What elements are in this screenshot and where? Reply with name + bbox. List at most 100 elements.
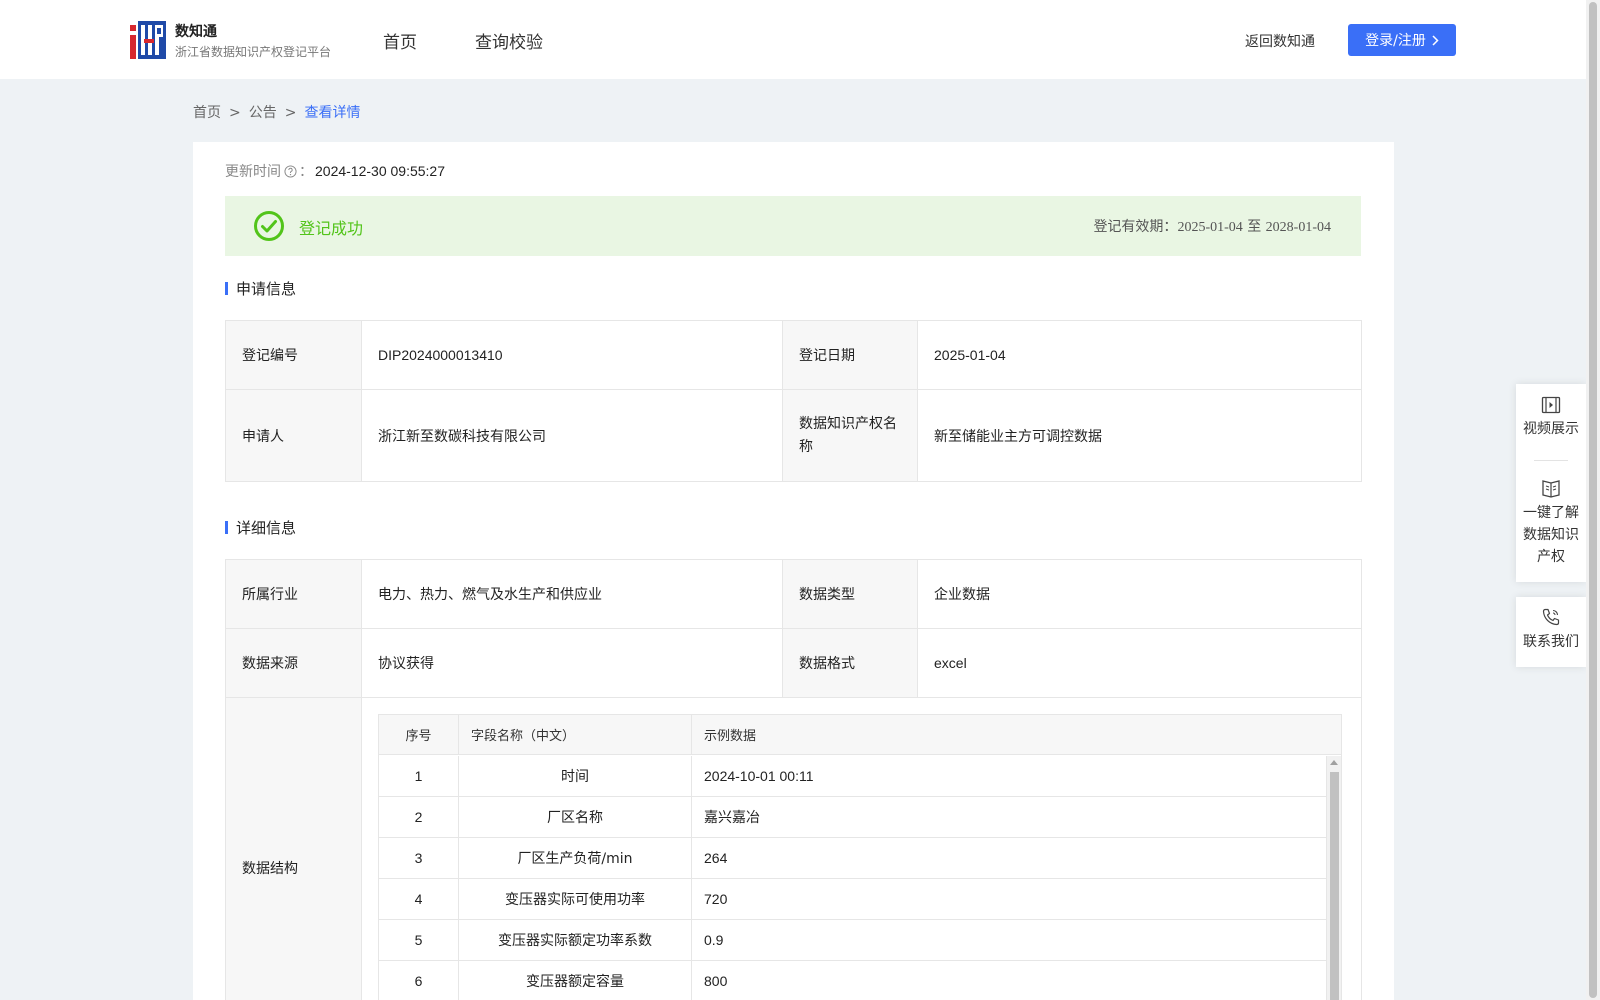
update-time: 更新时间 ： 2024-12-30 09:55:27 [225, 161, 445, 181]
col-field-header: 字段名称（中文） [459, 715, 692, 754]
update-time-label: 更新时间 [225, 164, 281, 180]
row-no: 4 [379, 879, 459, 919]
validity-period: 登记有效期：2025-01-04 至 2028-01-04 [1093, 216, 1331, 236]
validity-to: 至 [1247, 219, 1262, 235]
row-sample: 嘉兴嘉冶 [704, 810, 760, 826]
table-row: 3 厂区生产负荷/min 264 [379, 838, 1326, 879]
scroll-up-arrow-icon[interactable] [1330, 760, 1338, 765]
breadcrumb-home[interactable]: 首页 [193, 105, 221, 121]
table-row: 6 变压器额定容量 800 [379, 961, 1326, 1000]
video-showcase-button[interactable]: 视频展示 [1516, 396, 1586, 440]
top-header: 数知通 浙江省数据知识产权登记平台 首页 查询校验 返回数知通 登录/注册 [0, 0, 1586, 79]
learn-ip-line3: 产权 [1537, 549, 1565, 565]
section-bar [225, 521, 228, 534]
return-link[interactable]: 返回数知通 [1245, 31, 1315, 51]
video-icon [1541, 396, 1561, 414]
video-showcase-label: 视频展示 [1523, 421, 1579, 437]
logo-subtitle: 浙江省数据知识产权登记平台 [175, 45, 332, 59]
side-panel: 视频展示 一键了解 数据知识 产权 [1516, 384, 1586, 582]
reg-no-label: 登记编号 [225, 320, 362, 390]
contact-panel: 联系我们 [1516, 597, 1586, 667]
table-row: 5 变压器实际额定功率系数 0.9 [379, 920, 1326, 961]
detail-section-title: 详细信息 [225, 517, 296, 538]
table-row: 4 变压器实际可使用功率 720 [379, 879, 1326, 920]
learn-ip-line2: 数据知识 [1523, 527, 1579, 543]
breadcrumb-separator: > [229, 105, 241, 121]
detail-section-label: 详细信息 [236, 519, 297, 537]
structure-table: 序号 字段名称（中文） 示例数据 1 时间 2024-10-01 00:11 2… [378, 714, 1342, 1000]
row-no: 2 [379, 797, 459, 837]
row-no: 1 [379, 756, 459, 796]
row-sample: 800 [704, 973, 728, 989]
side-divider [1534, 460, 1568, 461]
row-field: 变压器额定容量 [459, 961, 692, 1000]
learn-ip-button[interactable]: 一键了解 数据知识 产权 [1516, 478, 1586, 568]
structure-label: 数据结构 [225, 697, 362, 1000]
table-row: 所属行业 电力、热力、燃气及水生产和供应业 数据类型 企业数据 [225, 559, 1362, 629]
table-row: 1 时间 2024-10-01 00:11 [379, 756, 1326, 797]
logo-icon[interactable] [130, 21, 166, 59]
structure-header: 序号 字段名称（中文） 示例数据 [379, 715, 1341, 755]
reg-date-label: 登记日期 [782, 320, 918, 390]
logo-title: 数知通 [175, 24, 217, 40]
section-bar [225, 282, 228, 295]
page-scrollbar[interactable] [1586, 0, 1600, 1000]
ip-name-label: 数据知识产权名称 [782, 389, 918, 482]
table-row: 登记编号 DIP2024000013410 登记日期 2025-01-04 [225, 320, 1362, 390]
row-field: 时间 [459, 756, 692, 796]
structure-body: 1 时间 2024-10-01 00:11 2 厂区名称 嘉兴嘉冶 3 厂区生产… [379, 756, 1326, 1000]
format-label: 数据格式 [782, 628, 918, 698]
table-row: 申请人 浙江新至数碳科技有限公司 数据知识产权名称 新至储能业主方可调控数据 [225, 389, 1362, 482]
row-field: 变压器实际额定功率系数 [459, 920, 692, 960]
nav-home[interactable]: 首页 [383, 28, 417, 53]
table-row: 数据来源 协议获得 数据格式 excel [225, 628, 1362, 698]
reg-date-value: 2025-01-04 [917, 320, 1362, 390]
data-type-label: 数据类型 [782, 559, 918, 629]
validity-label: 登记有效期： [1093, 219, 1178, 235]
breadcrumb: 首页 > 公告 > 查看详情 [193, 102, 360, 122]
scrollbar-thumb[interactable] [1330, 772, 1339, 1000]
row-no: 6 [379, 961, 459, 1000]
applicant-value: 浙江新至数碳科技有限公司 [361, 389, 783, 482]
login-register-label: 登录/注册 [1365, 33, 1426, 49]
table-row: 数据结构 序号 字段名称（中文） 示例数据 1 时间 2024-10-01 00… [225, 697, 1362, 1000]
detail-card: 更新时间 ： 2024-12-30 09:55:27 登记成功 登记有效期：20… [193, 142, 1394, 1000]
breadcrumb-notice[interactable]: 公告 [249, 105, 277, 121]
contact-us-button[interactable]: 联系我们 [1516, 607, 1586, 653]
table-row: 2 厂区名称 嘉兴嘉冶 [379, 797, 1326, 838]
applicant-label: 申请人 [225, 389, 362, 482]
industry-label: 所属行业 [225, 559, 362, 629]
col-no-header: 序号 [379, 715, 459, 754]
row-sample: 264 [704, 850, 728, 866]
source-value: 协议获得 [361, 628, 783, 698]
learn-ip-line1: 一键了解 [1523, 505, 1579, 521]
help-circle-icon[interactable] [284, 164, 297, 178]
apply-section-title: 申请信息 [225, 278, 296, 299]
nav-query-verify[interactable]: 查询校验 [475, 28, 543, 53]
structure-cell: 序号 字段名称（中文） 示例数据 1 时间 2024-10-01 00:11 2… [361, 697, 1362, 1000]
detail-info-table: 所属行业 电力、热力、燃气及水生产和供应业 数据类型 企业数据 数据来源 协议获… [225, 559, 1362, 1000]
data-type-value: 企业数据 [917, 559, 1362, 629]
row-no: 5 [379, 920, 459, 960]
page-scrollbar-thumb[interactable] [1589, 2, 1597, 998]
row-no: 3 [379, 838, 459, 878]
status-banner: 登记成功 登记有效期：2025-01-04 至 2028-01-04 [225, 196, 1361, 256]
industry-value: 电力、热力、燃气及水生产和供应业 [361, 559, 783, 629]
structure-scrollbar[interactable] [1326, 756, 1341, 1000]
login-register-button[interactable]: 登录/注册 [1348, 24, 1456, 56]
ip-name-value: 新至储能业主方可调控数据 [917, 389, 1362, 482]
row-sample: 0.9 [704, 932, 724, 948]
row-sample: 720 [704, 891, 728, 907]
breadcrumb-separator: > [284, 105, 297, 121]
update-time-value: 2024-12-30 09:55:27 [315, 163, 445, 179]
status-text: 登记成功 [299, 219, 364, 238]
book-icon [1542, 480, 1560, 498]
check-circle-icon [254, 211, 284, 241]
row-sample: 2024-10-01 00:11 [704, 768, 814, 784]
validity-start: 2025-01-04 [1177, 220, 1243, 235]
format-value: excel [917, 628, 1362, 698]
row-field: 变压器实际可使用功率 [459, 879, 692, 919]
reg-no-value: DIP2024000013410 [361, 320, 783, 390]
col-sample-header: 示例数据 [704, 729, 757, 744]
breadcrumb-current: 查看详情 [304, 105, 361, 121]
